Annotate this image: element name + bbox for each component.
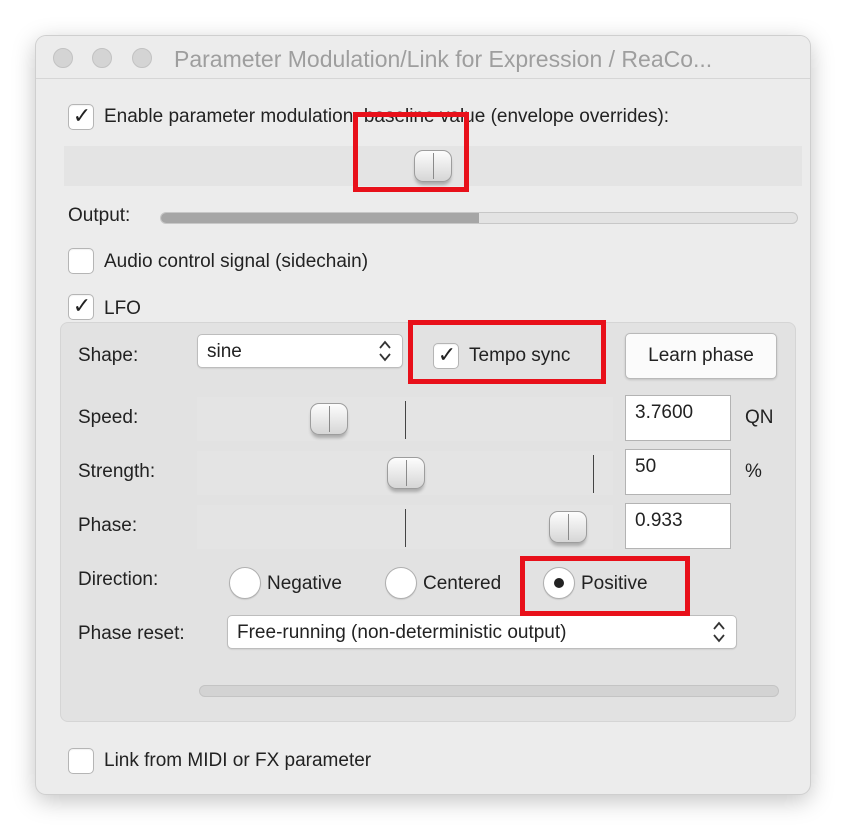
direction-centered-radio[interactable] [385,567,417,599]
link-midi-label: Link from MIDI or FX parameter [104,750,372,771]
enable-modulation-checkbox[interactable]: ✓ [68,104,94,130]
output-meter-fill [161,213,479,223]
phase-label: Phase: [78,515,138,536]
strength-input[interactable]: 50 [625,449,731,495]
phase-reset-label: Phase reset: [78,623,185,644]
direction-centered-label: Centered [423,573,502,594]
direction-label: Direction: [78,569,159,590]
speed-label: Speed: [78,407,139,428]
strength-slider-thumb[interactable] [387,457,425,489]
window-title: Parameter Modulation/Link for Expression… [174,46,713,72]
strength-slider[interactable] [197,451,613,495]
highlight-box-positive [520,556,690,616]
minimize-window-button[interactable] [92,48,112,68]
shape-label: Shape: [78,345,139,366]
lfo-checkbox[interactable]: ✓ [68,294,94,320]
direction-negative-label: Negative [267,573,342,594]
strength-slider-default-tick [593,455,594,493]
speed-slider[interactable] [197,397,613,441]
link-midi-checkbox[interactable] [68,748,94,774]
lfo-label: LFO [104,298,141,319]
speed-slider-thumb[interactable] [310,403,348,435]
speed-slider-center-tick [405,401,406,439]
output-label: Output: [68,205,131,226]
zoom-window-button[interactable] [132,48,152,68]
lfo-scrollbar[interactable] [199,685,779,697]
strength-unit: % [745,461,762,482]
checkmark-icon: ✓ [72,294,92,319]
shape-select[interactable]: sine [197,334,403,368]
checkmark-icon: ✓ [72,104,92,129]
speed-unit: QN [745,407,774,428]
title-bar: Parameter Modulation/Link for Expression… [36,36,810,79]
audio-control-label: Audio control signal (sidechain) [104,251,369,272]
highlight-box-baseline-thumb [353,112,469,192]
phase-reset-value: Free-running (non-deterministic output) [237,622,567,643]
phase-reset-select[interactable]: Free-running (non-deterministic output) [227,615,737,649]
audio-control-checkbox[interactable] [68,248,94,274]
phase-slider-thumb[interactable] [549,511,587,543]
strength-label: Strength: [78,461,156,482]
learn-phase-button[interactable]: Learn phase [625,333,777,379]
updown-chevron-icon [379,340,391,362]
speed-input[interactable]: 3.7600 [625,395,731,441]
phase-slider-center-tick [405,509,406,547]
direction-negative-radio[interactable] [229,567,261,599]
phase-input[interactable]: 0.933 [625,503,731,549]
output-meter [160,212,798,224]
highlight-box-tempo-sync [408,320,606,384]
phase-slider[interactable] [197,505,613,549]
updown-chevron-icon [713,621,725,643]
close-window-button[interactable] [53,48,73,68]
shape-select-value: sine [207,341,242,362]
